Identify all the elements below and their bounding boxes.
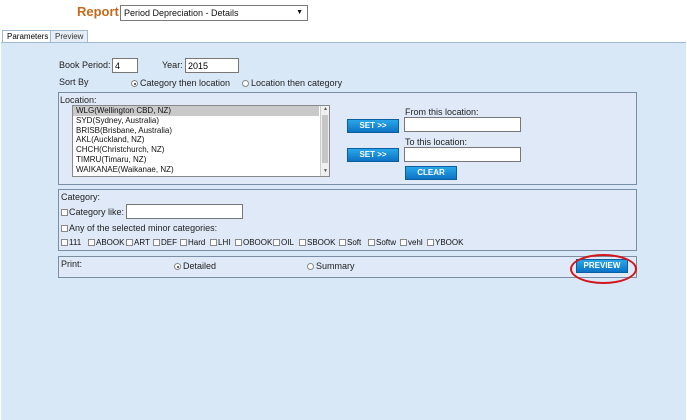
checkbox-icon [61,239,68,247]
scrollbar-thumb[interactable] [322,115,328,163]
minor-category-sbook[interactable]: SBOOK [299,238,335,247]
checkbox-icon [400,239,407,247]
clear-button[interactable]: CLEAR [405,166,457,180]
sort-category-then-location-radio[interactable]: Category then location [131,78,230,88]
minor-category-ybook[interactable]: YBOOK [427,238,463,247]
sort-by-label: Sort By [59,77,89,87]
minor-category-abook[interactable]: ABOOK [88,238,124,247]
to-location-label: To this location: [405,137,468,147]
year-input[interactable] [185,58,239,73]
minor-category-111[interactable]: 111 [61,238,81,247]
checkbox-icon [153,239,160,247]
minor-category-art[interactable]: ART [126,238,150,247]
checkbox-icon [210,239,217,247]
minor-category-def[interactable]: DEF [153,238,177,247]
checkbox-icon [299,239,306,247]
book-period-input[interactable] [112,58,138,73]
book-period-label: Book Period: [59,60,111,70]
scroll-down-icon[interactable]: ▼ [321,168,330,176]
list-item[interactable]: WAIKANAE(Waikanae, NZ) [73,165,329,175]
radio-selected-icon [174,263,181,271]
checkbox-icon [126,239,133,247]
location-label: Location: [60,95,97,105]
sort-location-then-category-radio[interactable]: Location then category [242,78,342,88]
dropdown-arrow-icon: ▼ [296,9,303,16]
set-from-button[interactable]: SET >> [347,119,399,133]
report-select[interactable]: Period Depreciation - Details ▼ [120,5,308,21]
category-label: Category: [61,192,101,202]
list-item[interactable]: SYD(Sydney, Australia) [73,116,329,126]
checkbox-icon [88,239,95,247]
list-item[interactable]: BRISB(Brisbane, Australia) [73,126,329,136]
from-location-input[interactable] [404,117,521,132]
print-summary-radio[interactable]: Summary [307,261,355,271]
minor-category-hard[interactable]: Hard [180,238,205,247]
category-like-input[interactable] [126,204,243,219]
radio-selected-icon [131,80,138,88]
radio-empty-icon [242,80,249,88]
minor-category-soft[interactable]: Soft [339,238,361,247]
print-detailed-radio[interactable]: Detailed [174,261,216,271]
checkbox-icon [235,239,242,247]
to-location-input[interactable] [404,147,521,162]
checkbox-icon [61,225,68,233]
minor-category-softw[interactable]: Softw [368,238,396,247]
minor-category-oil[interactable]: OIL [273,238,294,247]
minor-category-vehl[interactable]: vehl [400,238,423,247]
checkbox-icon [61,209,68,217]
checkbox-icon [368,239,375,247]
tab-preview[interactable]: Preview [50,30,89,42]
location-listbox[interactable]: WLG(Wellington CBD, NZ) SYD(Sydney, Aust… [72,105,330,177]
year-label: Year: [162,60,183,70]
list-item[interactable]: WLG(Wellington CBD, NZ) [73,106,319,116]
set-to-button[interactable]: SET >> [347,148,399,162]
listbox-scrollbar[interactable]: ▲ ▼ [320,106,329,176]
checkbox-icon [339,239,346,247]
checkbox-icon [180,239,187,247]
tab-parameters[interactable]: Parameters [2,30,54,42]
list-item[interactable]: TIMRU(Timaru, NZ) [73,155,329,165]
highlight-ring [570,254,637,284]
checkbox-icon [427,239,434,247]
report-select-value: Period Depreciation - Details [124,8,239,18]
minor-category-obook[interactable]: OBOOK [235,238,272,247]
list-item[interactable]: CHCH(Christchurch, NZ) [73,145,329,155]
scroll-up-icon[interactable]: ▲ [321,106,330,114]
list-item[interactable]: AKL(Auckland, NZ) [73,135,329,145]
any-minor-categories-checkbox[interactable]: Any of the selected minor categories: [61,223,217,233]
print-label: Print: [61,259,83,269]
from-location-label: From this location: [405,107,479,117]
minor-category-lhi[interactable]: LHI [210,238,230,247]
report-label: Report: [77,4,124,19]
radio-empty-icon [307,263,314,271]
checkbox-icon [273,239,280,247]
category-like-checkbox[interactable]: Category like: [61,207,124,217]
